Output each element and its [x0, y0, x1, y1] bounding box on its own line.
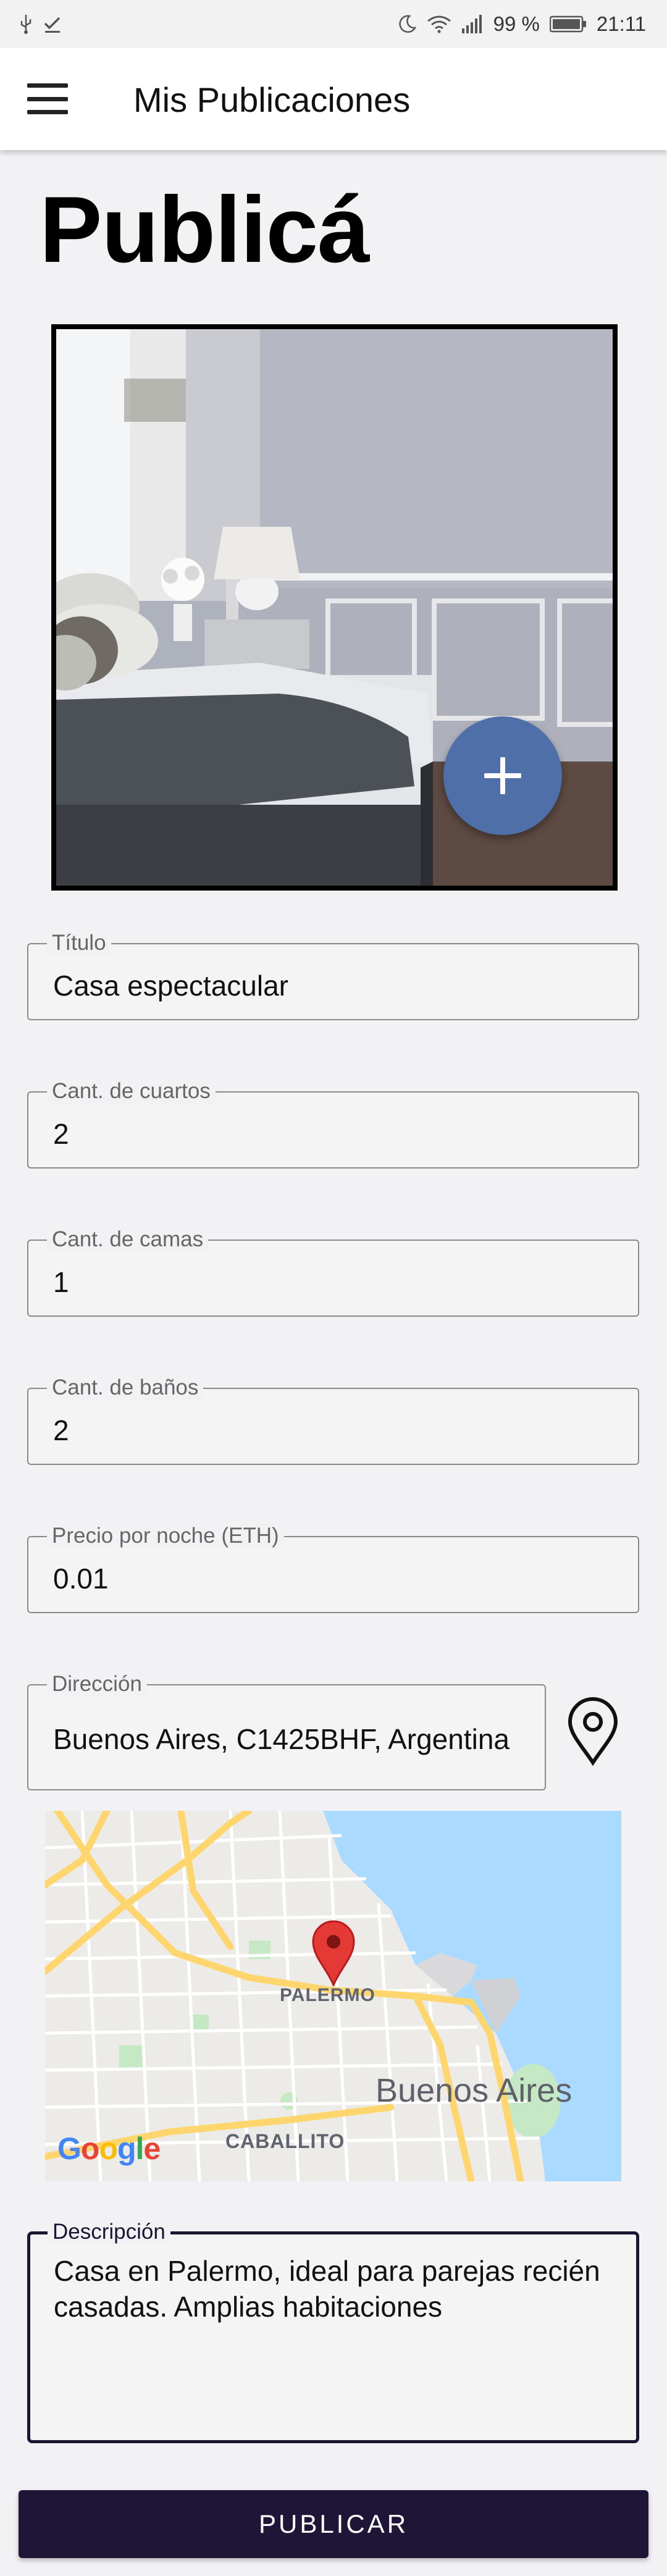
hamburger-menu-icon[interactable] [27, 83, 68, 114]
status-bar: 99 % 21:11 [0, 0, 667, 48]
clock: 21:11 [596, 12, 646, 35]
rooms-field[interactable]: Cant. de cuartos 2 [27, 1079, 639, 1168]
usb-icon [20, 14, 31, 34]
rooms-field-label: Cant. de cuartos [47, 1079, 216, 1104]
bathrooms-field-label: Cant. de baños [47, 1375, 204, 1400]
description-field-label: Descripción [48, 2220, 170, 2244]
add-photo-button[interactable] [443, 716, 562, 835]
google-logo: Google [57, 2131, 161, 2166]
address-field-label: Dirección [47, 1672, 147, 1697]
bathrooms-field-value[interactable]: 2 [53, 1414, 69, 1447]
page-title: Publicá [40, 177, 370, 282]
battery-percent: 99 % [493, 12, 540, 35]
bathrooms-field[interactable]: Cant. de baños 2 [27, 1375, 639, 1465]
map-label-caballito: CABALLITO [225, 2130, 345, 2152]
map-label-palermo: PALERMO [280, 1985, 375, 2005]
status-left [19, 14, 62, 35]
battery-icon [549, 15, 586, 32]
app-bar: Mis Publicaciones [0, 48, 667, 150]
title-field-value[interactable]: Casa espectacular [53, 969, 288, 1002]
address-field-value[interactable]: Buenos Aires, C1425BHF, Argentina [53, 1722, 510, 1756]
map-label-city: Buenos Aires [375, 2072, 573, 2109]
signal-icon [461, 14, 482, 33]
description-field-value[interactable]: Casa en Palermo, ideal para parejas reci… [54, 2253, 628, 2325]
location-pin-icon[interactable] [565, 1696, 621, 1767]
title-field-label: Título [47, 931, 111, 955]
location-map[interactable]: PALERMO Buenos Aires CABALLITO Google [45, 1811, 621, 2181]
map-marker-icon[interactable] [311, 1918, 356, 1986]
plus-icon [484, 757, 521, 794]
beds-field[interactable]: Cant. de camas 1 [27, 1227, 639, 1317]
price-field-value[interactable]: 0.01 [53, 1562, 109, 1595]
beds-field-label: Cant. de camas [47, 1227, 209, 1252]
rooms-field-value[interactable]: 2 [53, 1117, 69, 1151]
app-bar-title: Mis Publicaciones [133, 80, 411, 119]
publish-button[interactable]: PUBLICAR [19, 2490, 648, 2558]
price-field[interactable]: Precio por noche (ETH) 0.01 [27, 1524, 639, 1613]
price-field-label: Precio por noche (ETH) [47, 1524, 284, 1548]
title-field[interactable]: Título Casa espectacular [27, 931, 639, 1020]
beds-field-value[interactable]: 1 [53, 1265, 69, 1299]
wifi-icon [427, 15, 451, 33]
moon-icon [398, 15, 416, 33]
check-download-icon [44, 17, 61, 33]
address-field[interactable]: Dirección Buenos Aires, C1425BHF, Argent… [27, 1672, 546, 1790]
status-right: 99 % 21:11 [397, 12, 646, 36]
description-field[interactable]: Descripción Casa en Palermo, ideal para … [27, 2220, 639, 2443]
